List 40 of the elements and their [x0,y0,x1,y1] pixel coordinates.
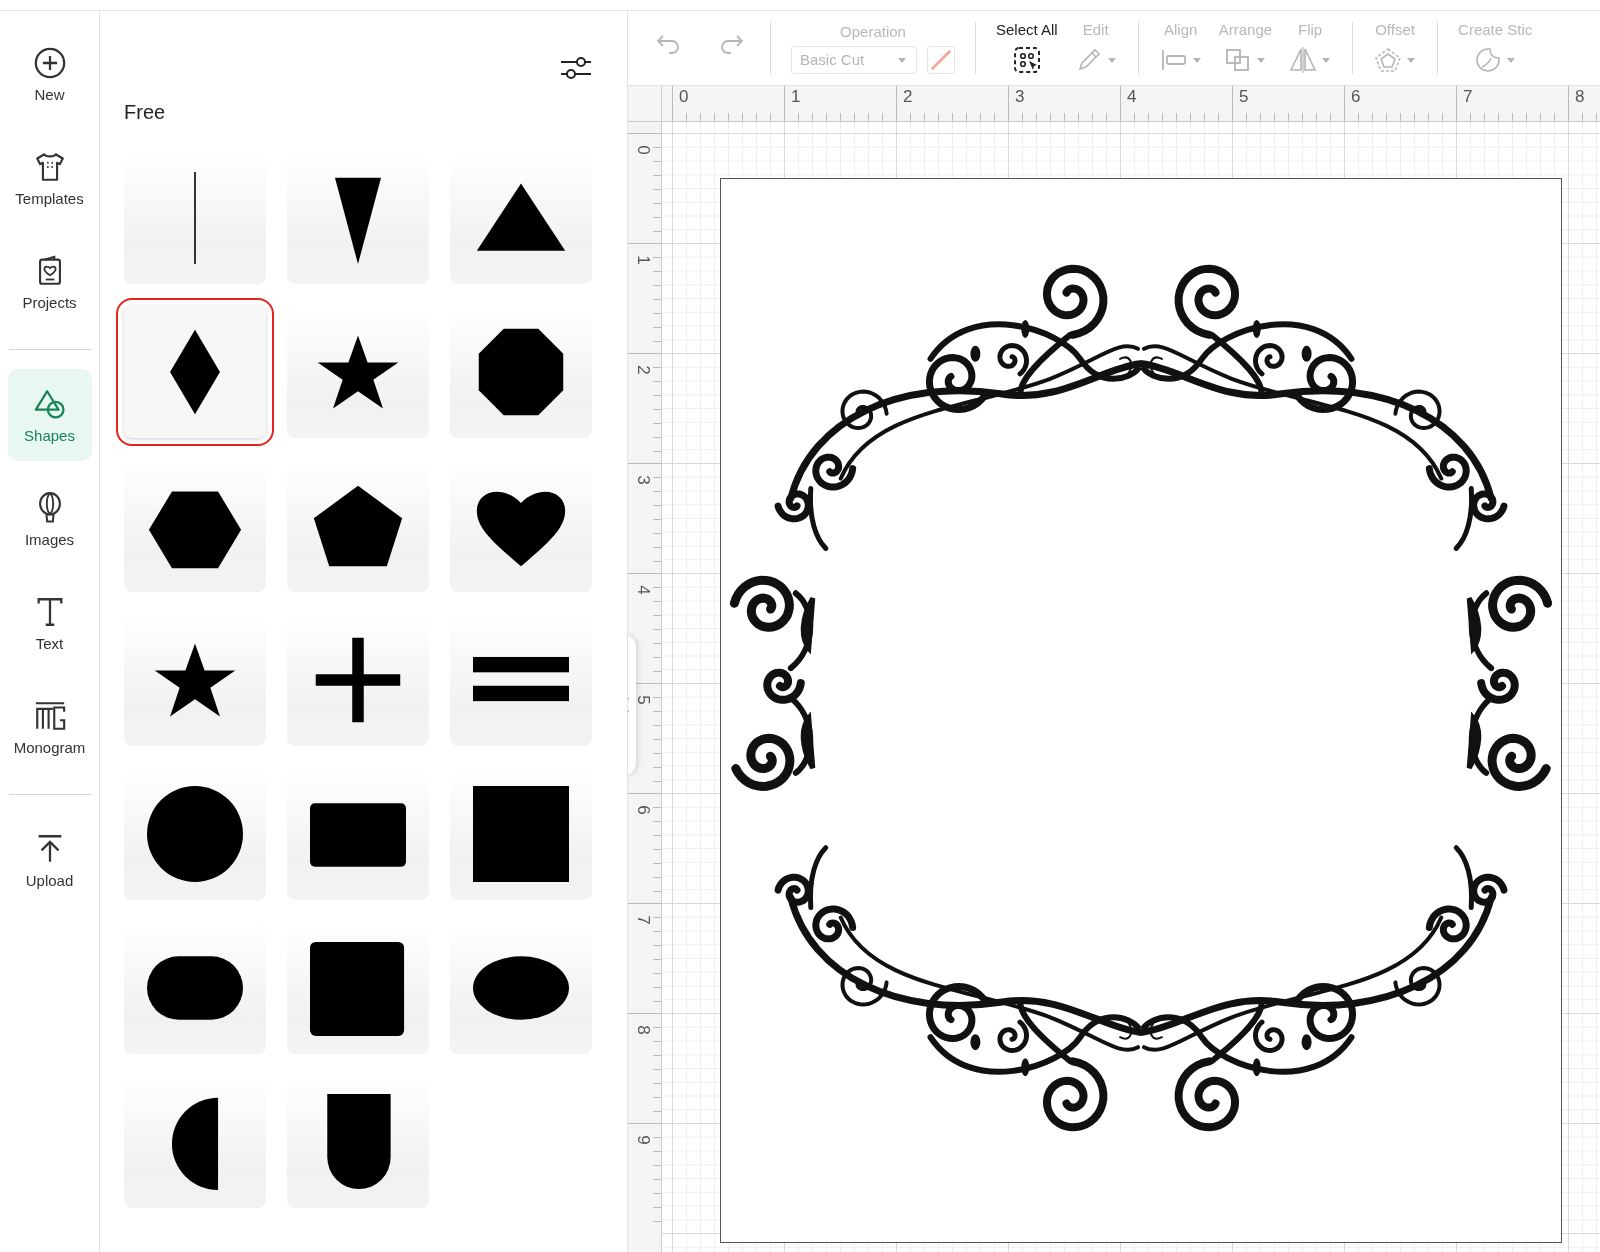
ruler-number: 2 [902,87,913,106]
color-swatch[interactable] [927,45,955,74]
ruler-number: 8 [632,1025,653,1035]
ruler-number: 9 [632,1135,653,1145]
select-all-icon [1011,44,1042,75]
nav-item[interactable]: Text [7,586,92,660]
toolbar-label: Flip [1298,20,1323,38]
nav-item[interactable]: New [7,37,92,111]
ruler-number: 2 [632,365,653,375]
ruler-number: 3 [632,475,653,485]
ruler-number: 1 [632,255,653,265]
toolbar-label: Create Stic [1458,20,1533,38]
plus-circle-icon [32,45,67,80]
ruler-number: 4 [632,585,653,595]
nav-item[interactable]: Projects [7,245,92,319]
ruler-number: 7 [632,915,653,925]
ruler-number: 8 [1574,87,1585,106]
nav-item[interactable]: Monogram [7,690,92,764]
toolbar-label: Select All [996,20,1058,38]
ruler-number: 6 [1350,87,1361,106]
ruler-number: 7 [1462,87,1473,106]
operation-label: Operation [840,22,906,40]
ruler-number: 6 [632,805,653,815]
toolbar-label: Arrange [1218,20,1273,38]
flip-icon [1288,44,1319,75]
ruler-number: 1 [790,87,801,106]
nav-item[interactable]: Upload [7,823,92,897]
nav-item[interactable]: Templates [7,141,92,215]
toolbar-label: Offset [1375,20,1415,38]
section-title: Free [124,101,167,124]
ruler-number: 5 [1238,87,1249,106]
ruler-number: 4 [1126,87,1137,106]
ruler-number: 5 [632,695,653,705]
toolbar-label: Align [1164,20,1198,38]
ruler-number: 3 [1014,87,1025,106]
toolbar-label: Edit [1082,20,1109,38]
nav-item[interactable]: Images [7,482,92,556]
nav-item[interactable]: Shapes [7,369,92,461]
ruler-number: 0 [632,145,653,155]
ruler-number: 0 [678,87,689,106]
